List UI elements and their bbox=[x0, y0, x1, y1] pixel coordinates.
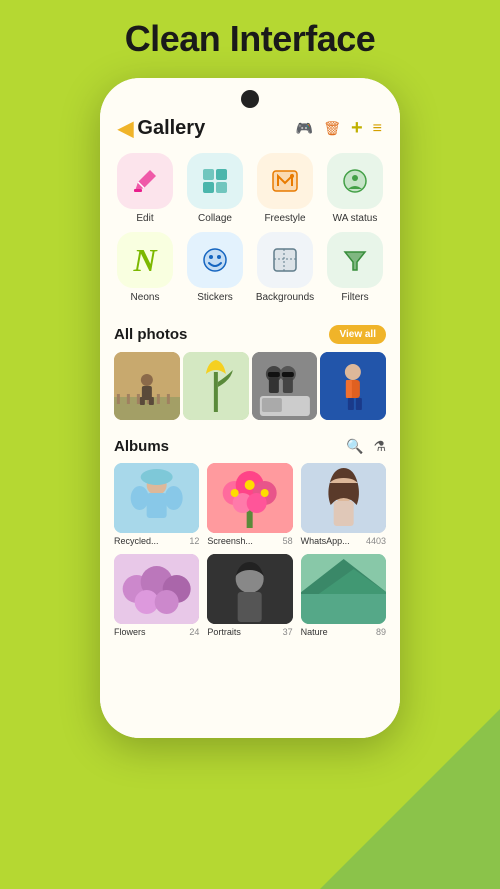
album-count-recycled: 12 bbox=[189, 536, 199, 546]
freestyle-icon-box bbox=[257, 153, 313, 209]
photo-thumb-1[interactable] bbox=[114, 352, 180, 420]
photo-thumb-4[interactable] bbox=[320, 352, 386, 420]
album-item-whatsapp[interactable]: WhatsApp... 4403 bbox=[301, 463, 386, 546]
photo-strip bbox=[100, 352, 400, 434]
album-item-screenshots[interactable]: Screensh... 58 bbox=[207, 463, 292, 546]
albums-section: Albums 🔍 ⚗ bbox=[100, 434, 400, 637]
albums-title: Albums bbox=[114, 438, 169, 455]
albums-grid-2: Flowers 24 P bbox=[114, 554, 386, 637]
tool-neons[interactable]: N Neons bbox=[114, 232, 176, 303]
collage-label: Collage bbox=[198, 213, 232, 224]
trash-icon[interactable]: 🗑 bbox=[323, 120, 341, 137]
album-count-flowers: 24 bbox=[189, 627, 199, 637]
add-icon[interactable]: + bbox=[351, 117, 363, 140]
photo-thumb-3[interactable] bbox=[252, 352, 318, 420]
album-info-nature: Nature 89 bbox=[301, 627, 386, 637]
album-count-whatsapp: 4403 bbox=[366, 536, 386, 546]
stickers-icon-box bbox=[187, 232, 243, 288]
tool-freestyle[interactable]: Freestyle bbox=[254, 153, 316, 224]
album-item-flowers[interactable]: Flowers 24 bbox=[114, 554, 199, 637]
all-photos-header: All photos View all bbox=[100, 319, 400, 352]
tool-stickers[interactable]: Stickers bbox=[184, 232, 246, 303]
album-name-nature: Nature bbox=[301, 627, 328, 637]
wa-label: WA status bbox=[333, 213, 378, 224]
backgrounds-icon-box bbox=[257, 232, 313, 288]
album-thumb-nature bbox=[301, 554, 386, 624]
album-name-whatsapp: WhatsApp... bbox=[301, 536, 350, 546]
album-name-flowers: Flowers bbox=[114, 627, 146, 637]
album-item-recycled[interactable]: Recycled... 12 bbox=[114, 463, 199, 546]
album-info-recycled: Recycled... 12 bbox=[114, 536, 199, 546]
album-thumb-recycled bbox=[114, 463, 199, 533]
album-name-portraits: Portraits bbox=[207, 627, 241, 637]
album-info-whatsapp: WhatsApp... 4403 bbox=[301, 536, 386, 546]
filter-icon[interactable]: ⚗ bbox=[373, 438, 386, 455]
tool-wa-status[interactable]: WA status bbox=[324, 153, 386, 224]
albums-grid-1: Recycled... 12 bbox=[114, 463, 386, 546]
album-name-screenshots: Screensh... bbox=[207, 536, 253, 546]
neon-n-icon: N bbox=[133, 242, 156, 279]
header-icons: 🎮 🗑 + ≡ bbox=[296, 117, 382, 140]
tool-backgrounds[interactable]: Backgrounds bbox=[254, 232, 316, 303]
header-left: ◀ Gallery bbox=[118, 116, 205, 141]
menu-icon[interactable]: ≡ bbox=[373, 120, 382, 138]
album-count-screenshots: 58 bbox=[283, 536, 293, 546]
edit-label: Edit bbox=[136, 213, 153, 224]
album-info-flowers: Flowers 24 bbox=[114, 627, 199, 637]
phone-screen: ◀ Gallery 🎮 🗑 + ≡ E bbox=[100, 78, 400, 738]
tool-collage[interactable]: Collage bbox=[184, 153, 246, 224]
page-title: Clean Interface bbox=[125, 18, 376, 60]
album-thumb-screenshots bbox=[207, 463, 292, 533]
backgrounds-label: Backgrounds bbox=[256, 292, 314, 303]
albums-icons: 🔍 ⚗ bbox=[346, 438, 386, 455]
album-info-screenshots: Screensh... 58 bbox=[207, 536, 292, 546]
photo-thumb-2[interactable] bbox=[183, 352, 249, 420]
album-thumb-whatsapp bbox=[301, 463, 386, 533]
tool-filters[interactable]: Filters bbox=[324, 232, 386, 303]
tool-grid: Edit Collage bbox=[100, 153, 400, 319]
freestyle-label: Freestyle bbox=[264, 213, 305, 224]
phone-frame: ◀ Gallery 🎮 🗑 + ≡ E bbox=[100, 78, 400, 738]
album-thumb-portraits bbox=[207, 554, 292, 624]
phone-camera bbox=[241, 90, 259, 108]
wa-icon-box bbox=[327, 153, 383, 209]
album-count-nature: 89 bbox=[376, 627, 386, 637]
album-thumb-flowers bbox=[114, 554, 199, 624]
view-all-button[interactable]: View all bbox=[329, 325, 386, 344]
filters-icon-box bbox=[327, 232, 383, 288]
edit-icon-box bbox=[117, 153, 173, 209]
neons-icon-box: N bbox=[117, 232, 173, 288]
search-icon[interactable]: 🔍 bbox=[346, 438, 363, 455]
stickers-label: Stickers bbox=[197, 292, 233, 303]
album-info-portraits: Portraits 37 bbox=[207, 627, 292, 637]
neons-label: Neons bbox=[131, 292, 160, 303]
album-item-portraits[interactable]: Portraits 37 bbox=[207, 554, 292, 637]
tool-edit[interactable]: Edit bbox=[114, 153, 176, 224]
album-count-portraits: 37 bbox=[283, 627, 293, 637]
album-name-recycled: Recycled... bbox=[114, 536, 159, 546]
gamepad-icon[interactable]: 🎮 bbox=[296, 120, 313, 137]
back-button[interactable]: ◀ bbox=[118, 116, 133, 141]
albums-header: Albums 🔍 ⚗ bbox=[114, 438, 386, 455]
app-title: Gallery bbox=[137, 117, 205, 140]
all-photos-title: All photos bbox=[114, 326, 187, 343]
collage-icon-box bbox=[187, 153, 243, 209]
filters-label: Filters bbox=[341, 292, 368, 303]
album-item-nature[interactable]: Nature 89 bbox=[301, 554, 386, 637]
